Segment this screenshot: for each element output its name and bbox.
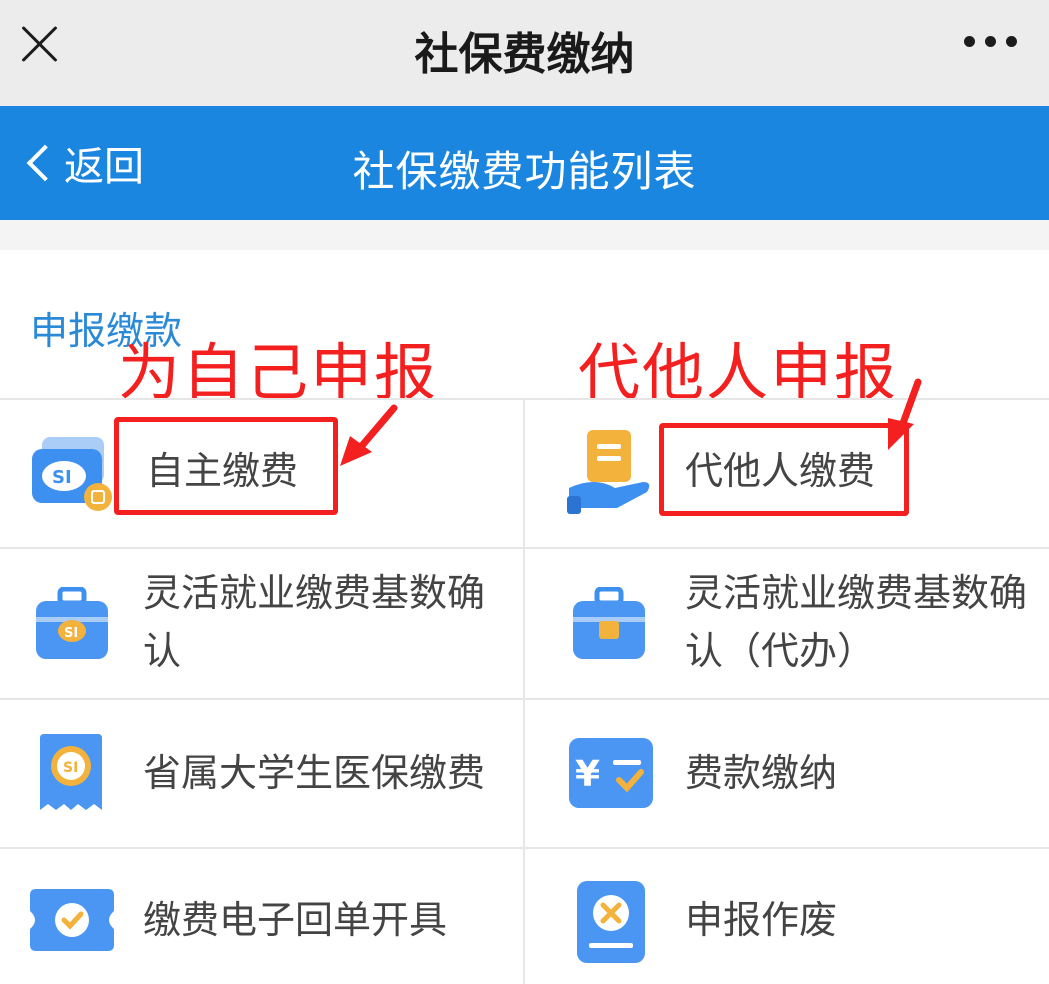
menu-item-label: 费款缴纳 [685,751,838,795]
menu-item-label: 申报作废 [685,898,838,942]
menu-item-declaration-void[interactable]: 申报作废 [525,849,1049,984]
menu-item-university-medical-insurance[interactable]: SI 省属大学生医保缴费 [0,700,523,847]
svg-text:¥: ¥ [575,754,600,795]
receipt-si-icon: SI [40,734,102,810]
menu-item-e-receipt[interactable]: 缴费电子回单开具 [0,849,523,984]
document-cancel-icon [577,881,645,963]
window-title: 社保费缴纳 [414,29,635,80]
menu-item-label: 灵活就业缴费基数确认 [143,571,486,673]
highlight-box [659,423,909,516]
ticket-check-icon [30,889,114,951]
menu-item-fee-payment[interactable]: ¥ 费款缴纳 [525,700,1049,847]
highlight-box [114,417,338,515]
menu-item-flexible-base-confirm-proxy[interactable]: 灵活就业缴费基数确认（代办） [525,549,1049,698]
window-titlebar: 社保费缴纳 [0,0,1049,106]
navbar: 返回 社保缴费功能列表 [0,106,1049,220]
menu-item-label: 缴费电子回单开具 [143,898,448,942]
svg-text:SI: SI [52,467,72,488]
arrow-pointer-icon [888,378,922,450]
svg-text:SI: SI [63,760,78,776]
arrow-pointer-icon [340,404,398,466]
page-title: 社保缴费功能列表 [352,147,697,196]
annotation-others: 代他人申报 [578,336,899,409]
briefcase-si-icon: SI [36,587,108,659]
si-card-icon: SI [32,437,112,511]
briefcase-icon [573,587,645,659]
divider-band [0,220,1049,250]
menu-item-flexible-base-confirm[interactable]: SI 灵活就业缴费基数确认 [0,549,523,698]
svg-text:SI: SI [64,626,78,641]
yen-payment-icon: ¥ [569,738,653,808]
hand-document-icon [567,430,650,514]
annotation-self: 为自己申报 [118,336,439,409]
menu-item-label: 省属大学生医保缴费 [143,751,486,795]
menu-item-label: 灵活就业缴费基数确认（代办） [685,571,1028,673]
more-dots-icon[interactable] [964,36,1017,47]
